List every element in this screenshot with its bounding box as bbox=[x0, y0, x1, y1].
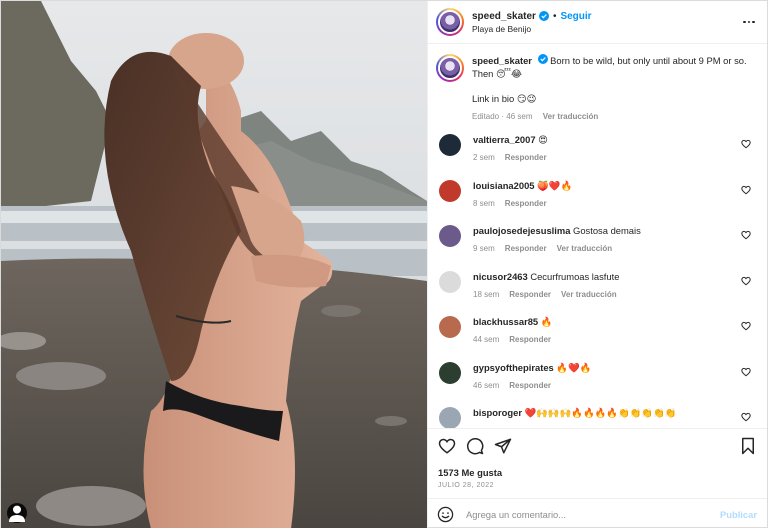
translate-link[interactable]: Ver traducción bbox=[557, 242, 613, 255]
comment-like-heart-icon[interactable] bbox=[741, 185, 751, 195]
commenter-username[interactable]: paulojosedejesuslima bbox=[473, 225, 570, 236]
comment-item: blackhussar85 🔥 44 sem Responder bbox=[436, 315, 757, 361]
commenter-username[interactable]: louisiana2005 bbox=[473, 180, 535, 191]
comment-text: 🔥❤️🔥 bbox=[556, 361, 592, 373]
comment-item: nicusor2463 Cecurfrumoas lasfute 18 sem … bbox=[436, 270, 757, 316]
verified-badge-icon bbox=[537, 54, 548, 64]
caption-link-text: Link in bio 😏😉 bbox=[472, 93, 537, 104]
commenter-username[interactable]: gypsyofthepirates bbox=[473, 362, 554, 373]
commenter-avatar[interactable] bbox=[439, 225, 461, 247]
commenter-username[interactable]: bisporoger bbox=[473, 407, 522, 418]
comment-time: 44 sem bbox=[473, 335, 500, 344]
author-avatar[interactable] bbox=[436, 8, 464, 36]
comment-time: 9 sem bbox=[473, 244, 495, 253]
emoji-icon[interactable] bbox=[437, 506, 454, 523]
post-date: JULIO 28, 2022 bbox=[438, 482, 495, 489]
more-options-icon[interactable] bbox=[741, 14, 757, 30]
add-comment-bar: Publicar bbox=[428, 498, 767, 528]
likes-count[interactable]: 1573 Me gusta bbox=[438, 467, 757, 478]
commenter-avatar[interactable] bbox=[439, 316, 461, 338]
comment-like-heart-icon[interactable] bbox=[741, 230, 751, 240]
comment-text: 🔥 bbox=[540, 316, 553, 327]
heart-icon[interactable] bbox=[438, 437, 456, 455]
comment-like-heart-icon[interactable] bbox=[741, 276, 751, 286]
post-location[interactable]: Playa de Benijo bbox=[472, 24, 592, 34]
reply-button[interactable]: Responder bbox=[509, 379, 551, 392]
post-header: speed_skater • Seguir Playa de Benijo bbox=[428, 1, 767, 44]
reply-button[interactable]: Responder bbox=[505, 151, 547, 164]
comment-item: paulojosedejesuslima Gostosa demais 9 se… bbox=[436, 224, 757, 270]
comment-text: Gostosa demais bbox=[573, 225, 641, 236]
caption-meta: Editado · 46 sem Ver traducción bbox=[472, 110, 757, 123]
instagram-post: speed_skater • Seguir Playa de Benijo sp… bbox=[0, 0, 768, 528]
bookmark-icon[interactable] bbox=[739, 437, 757, 455]
comment-like-heart-icon[interactable] bbox=[741, 139, 751, 149]
commenter-avatar[interactable] bbox=[439, 270, 461, 293]
comment-like-heart-icon[interactable] bbox=[741, 321, 751, 331]
commenter-username[interactable]: valtierra_2007 bbox=[473, 134, 536, 145]
follow-button[interactable]: Seguir bbox=[560, 11, 591, 22]
reply-button[interactable]: Responder bbox=[505, 197, 547, 210]
comment-time: 18 sem bbox=[473, 289, 500, 299]
post-details-panel: speed_skater • Seguir Playa de Benijo sp… bbox=[427, 1, 767, 528]
verified-badge-icon bbox=[538, 11, 549, 21]
commenter-avatar[interactable] bbox=[439, 134, 461, 156]
commenter-username[interactable]: blackhussar85 bbox=[473, 316, 538, 327]
post-photo[interactable] bbox=[1, 1, 427, 528]
caption-username[interactable]: speed_skater bbox=[472, 55, 532, 66]
comment-item: louisiana2005 🍑❤️🔥 8 sem Responder bbox=[436, 179, 757, 225]
comment-time: 2 sem bbox=[473, 153, 495, 162]
post-actions: 1573 Me gusta JULIO 28, 2022 bbox=[428, 428, 767, 489]
publish-button[interactable]: Publicar bbox=[720, 509, 757, 520]
beach-photo-illustration bbox=[1, 1, 427, 528]
tagged-user-button[interactable] bbox=[7, 503, 27, 523]
comments-list[interactable]: speed_skater Born to be wild, but only u… bbox=[428, 44, 767, 428]
comment-item: gypsyofthepirates 🔥❤️🔥 46 sem Responder bbox=[436, 361, 757, 407]
comment-text: 🍑❤️🔥 bbox=[537, 179, 573, 191]
tagged-user-icon bbox=[9, 505, 25, 522]
comment-input[interactable] bbox=[466, 508, 720, 520]
caption-edited-time: Editado · 46 sem bbox=[472, 112, 533, 121]
comment-text: ❤️🙌🙌🙌🔥🔥🔥🔥👏👏👏👏👏 bbox=[524, 407, 677, 418]
reply-button[interactable]: Responder bbox=[505, 242, 547, 255]
commenter-avatar[interactable] bbox=[439, 179, 461, 202]
post-caption: speed_skater Born to be wild, but only u… bbox=[436, 54, 757, 123]
comment-text: 😍 bbox=[538, 134, 548, 145]
reply-button[interactable]: Responder bbox=[509, 288, 551, 301]
share-icon[interactable] bbox=[494, 437, 512, 455]
comment-time: 8 sem bbox=[473, 198, 495, 208]
comment-icon[interactable] bbox=[466, 437, 484, 455]
translate-link[interactable]: Ver traducción bbox=[561, 288, 617, 301]
reply-button[interactable]: Responder bbox=[509, 333, 551, 346]
commenter-avatar[interactable] bbox=[439, 407, 461, 428]
separator-dot: • bbox=[552, 10, 557, 22]
comment-text: Cecurfrumoas lasfute bbox=[530, 270, 620, 282]
caption-author-avatar[interactable] bbox=[436, 54, 464, 82]
comment-like-heart-icon[interactable] bbox=[741, 412, 751, 422]
comment-item: bisporoger ❤️🙌🙌🙌🔥🔥🔥🔥👏👏👏👏👏 bbox=[436, 406, 757, 428]
comment-item: valtierra_2007 😍 2 sem Responder bbox=[436, 133, 757, 179]
commenter-avatar[interactable] bbox=[439, 361, 461, 384]
comment-like-heart-icon[interactable] bbox=[741, 367, 751, 377]
commenter-username[interactable]: nicusor2463 bbox=[473, 271, 528, 282]
comment-time: 46 sem bbox=[473, 380, 500, 390]
author-username[interactable]: speed_skater bbox=[472, 11, 536, 22]
caption-translate-link[interactable]: Ver traducción bbox=[543, 112, 599, 121]
